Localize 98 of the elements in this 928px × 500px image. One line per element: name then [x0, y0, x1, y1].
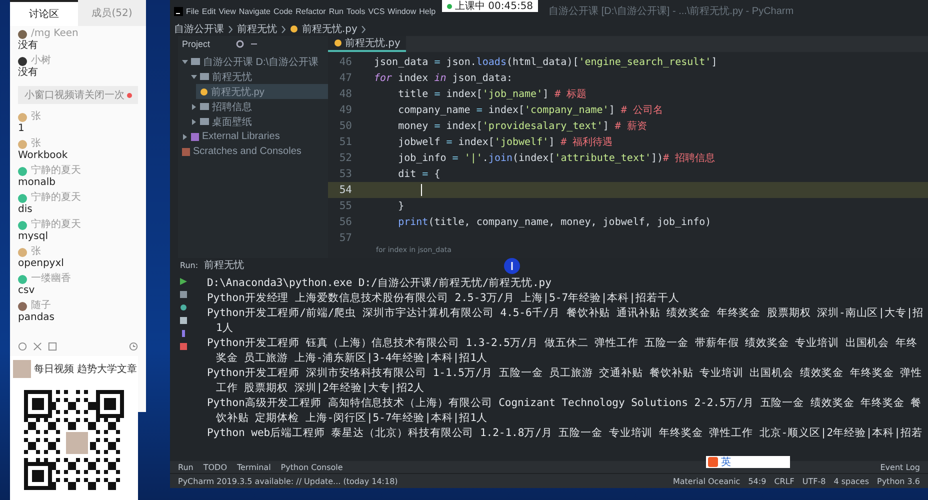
- line-number: 57: [338, 232, 352, 244]
- chevron-icon: [228, 26, 233, 32]
- project-tree-item[interactable]: 自游公开课 D:\自游公开课: [178, 54, 328, 69]
- message-text: 没有: [18, 40, 39, 52]
- stop-icon[interactable]: [180, 291, 186, 298]
- menu-item[interactable]: File: [186, 6, 199, 16]
- chat-tab[interactable]: 讨论区: [10, 0, 78, 26]
- ime-toolbar[interactable]: 英: [706, 456, 790, 468]
- line-number: 50: [338, 120, 352, 132]
- menu-item[interactable]: Refactor: [296, 6, 326, 16]
- status-item[interactable]: 4 spaces: [834, 476, 869, 486]
- project-tree-item[interactable]: 招聘信息: [187, 99, 328, 114]
- event-log-button[interactable]: Event Log: [880, 462, 920, 472]
- breadcrumb-item[interactable]: 自游公开课: [174, 22, 224, 36]
- status-item[interactable]: Python 3.6: [877, 476, 920, 486]
- sender-name: 宁静的夏天: [31, 219, 81, 231]
- project-tree-item[interactable]: 桌面壁纸: [187, 114, 328, 129]
- project-view-button[interactable]: Project: [182, 39, 210, 49]
- play-icon[interactable]: [180, 278, 186, 285]
- app-logo-icon: [174, 6, 183, 16]
- python-file-icon: [200, 88, 208, 96]
- message-text: mysql: [18, 231, 49, 243]
- scratch-icon: [182, 148, 190, 156]
- chevron-icon: [361, 26, 366, 32]
- breadcrumb-item[interactable]: 前程无忧: [237, 22, 277, 36]
- line-number: 56: [338, 216, 352, 228]
- line-number: 55: [338, 200, 352, 212]
- menu-item[interactable]: VCS: [368, 6, 385, 16]
- console-output: Python高级开发工程师 高知特信息技术（上海）有限公司 Cognizant Technology Solutions 2-2.5万/月 五险一金 绩效奖金 年终奖金 餐饮补贴 定期体检 上海-闵行区|5-7年经验|本科|招1人: [207, 396, 923, 426]
- line-number: 48: [338, 88, 352, 100]
- tool-window-tab[interactable]: Python Console: [280, 462, 343, 472]
- system-notice: 小窗口视频请关闭一次: [18, 86, 138, 104]
- menu-item[interactable]: Edit: [202, 6, 216, 16]
- timer-badge: 上课中 00:45:58: [442, 0, 538, 12]
- menu-item[interactable]: Help: [419, 6, 436, 16]
- console-output: Python开发工程师 深圳市安络科技有限公司 1-1.5万/月 五险一金 员工旅游 交通补贴 餐饮补贴 专业培训 出国机会 绩效奖金 年终奖金 弹性工作 股票期权 深圳|2年经验|大专|招2人: [207, 366, 924, 396]
- status-item[interactable]: CRLF: [774, 476, 794, 486]
- project-tree-item[interactable]: 前程无忧: [187, 69, 328, 84]
- status-item[interactable]: 54:9: [748, 476, 766, 486]
- editor-tab[interactable]: 前程无忧.py: [328, 36, 406, 52]
- library-icon: [191, 132, 199, 140]
- console-output: Python web后端工程师 泰星达（北京）科技有限公司 1.2-1.8万/月 五险一金 专业培训 年终奖金 弹性工作 北京-顺义区|2年经验|本科|招若: [207, 426, 924, 441]
- tool-window-tab[interactable]: Run: [178, 462, 194, 472]
- chevron-icon: [281, 26, 286, 32]
- photo-placeholder: [13, 360, 31, 378]
- line-number: 46: [338, 56, 352, 68]
- project-tree-item[interactable]: 前程无忧.py: [196, 84, 328, 99]
- message-text: dis: [18, 204, 34, 216]
- status-message: PyCharm 2019.3.5 available: // Update... (today 14:18): [178, 476, 398, 486]
- console-output: Python开发经理 上海爱数信息技术股份有限公司 2.5-3万/月 上海|5-7年经验|本科|招若干人: [207, 291, 680, 306]
- line-number: 54: [338, 184, 352, 196]
- sender-name: /mg Keen: [31, 28, 78, 40]
- sender-name: 张: [31, 138, 41, 150]
- python-file-icon: [290, 25, 298, 33]
- menu-item[interactable]: Navigate: [238, 6, 270, 16]
- window-title: 自游公开课 [D:\自游公开课] - ...\前程无忧.py - PyCharm: [548, 4, 794, 18]
- tool-window-tab[interactable]: Terminal: [236, 462, 271, 472]
- menu-item[interactable]: View: [218, 6, 236, 16]
- message-text: Workbook: [18, 150, 69, 162]
- sender-name: 宁静的夏天: [31, 165, 81, 177]
- line-number: 51: [338, 136, 352, 148]
- message-text: monalb: [18, 177, 56, 189]
- sender-name: 宁静的夏天: [31, 192, 81, 204]
- console-output: Python开发工程师 钰真（上海）信息技术有限公司 1.3-2.5万/月 做五休二 弹性工作 五险一金 带薪年假 绩效奖金 专业培训 出国机会 年终奖金 员工旅游 上海-浦东新区|3-4年经验|本科|招1人: [207, 336, 918, 366]
- menu-item[interactable]: Run: [328, 6, 344, 16]
- sender-name: 张: [31, 111, 41, 123]
- message-text: openpyxl: [18, 258, 65, 270]
- sender-name: 小树: [31, 55, 51, 67]
- line-number: 53: [338, 168, 352, 180]
- menu-item[interactable]: Code: [273, 6, 293, 16]
- sender-name: 张: [31, 246, 41, 258]
- message-text: 没有: [18, 67, 39, 79]
- line-number: 52: [338, 152, 352, 164]
- cursor-highlight-icon: [504, 258, 520, 274]
- breadcrumb-item[interactable]: 前程无忧.py: [302, 22, 358, 36]
- photo-placeholder: [64, 430, 90, 456]
- sender-name: 一缕幽香: [31, 273, 71, 285]
- console-output: D:\Anaconda3\python.exe D:/自游公开课/前程无忧/前程无忧.py: [207, 276, 552, 291]
- console-output: Python开发工程师/前端/爬虫 深圳市宇达计算机有限公司 4.5-6千/月 餐饮补贴 通讯补贴 绩效奖金 年终奖金 股票期权 深圳-南山区|大专|招1人: [207, 306, 925, 336]
- message-text: csv: [18, 285, 36, 297]
- line-number: 49: [338, 104, 352, 116]
- python-file-icon: [334, 39, 342, 47]
- status-item[interactable]: Material Oceanic: [672, 476, 740, 486]
- message-text: 1: [18, 123, 26, 135]
- line-number: 47: [338, 72, 352, 84]
- qr-caption: 每日视频 趋势大学文章: [34, 362, 138, 376]
- message-text: pandas: [18, 312, 56, 324]
- tool-window-tab[interactable]: TODO: [203, 462, 227, 472]
- sender-name: 随子: [31, 300, 51, 312]
- project-tree-item[interactable]: Scratches and Consoles: [178, 144, 328, 159]
- run-tab[interactable]: 前程无忧: [204, 258, 244, 272]
- clock-icon[interactable]: [129, 342, 138, 351]
- run-label: Run:: [180, 260, 198, 270]
- text-cursor: [421, 184, 422, 196]
- menu-item[interactable]: Tools: [346, 6, 366, 16]
- menu-item[interactable]: Window: [388, 6, 416, 16]
- status-item[interactable]: UTF-8: [802, 476, 826, 486]
- project-tree-item[interactable]: External Libraries: [178, 129, 328, 144]
